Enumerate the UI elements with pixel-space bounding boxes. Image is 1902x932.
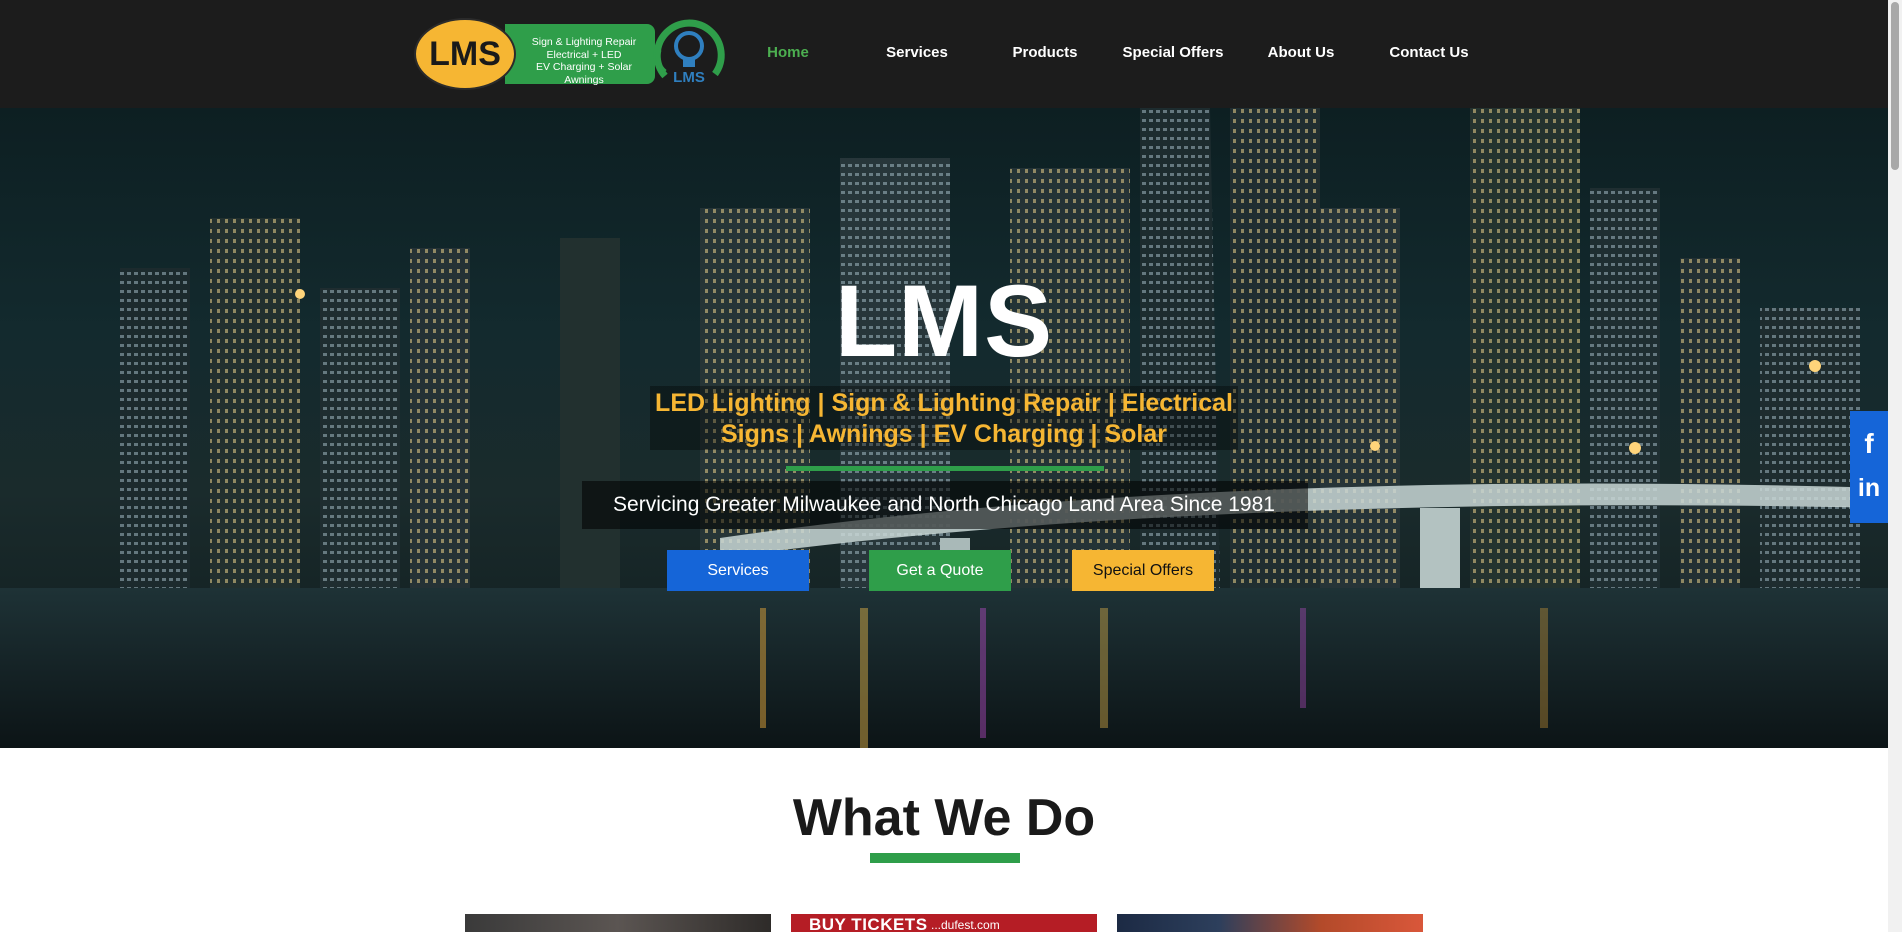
nav-about-us[interactable]: About Us [1268, 44, 1335, 61]
logo-banner-line: Sign & Lighting Repair [531, 36, 637, 48]
hero-tagline-line: LED Lighting | Sign & Lighting Repair | … [655, 389, 1233, 417]
hero-section: LMS LED Lighting | Sign & Lighting Repai… [0, 108, 1888, 748]
special-offers-button[interactable]: Special Offers [1072, 550, 1214, 591]
section-title: What We Do [792, 789, 1096, 847]
nav-home[interactable]: Home [767, 44, 809, 61]
nav-special-offers[interactable]: Special Offers [1123, 44, 1224, 61]
logo-banner: Sign & Lighting Repair Electrical + LED … [505, 24, 655, 86]
service-card-image[interactable] [465, 914, 771, 932]
hero-subtitle: Servicing Greater Milwaukee and North Ch… [613, 493, 1275, 516]
card-image-text: BUY TICKETS [809, 915, 928, 932]
page-scrollbar[interactable] [1888, 0, 1902, 932]
hero-tagline-line: Signs | Awnings | EV Charging | Solar [720, 420, 1168, 448]
linkedin-icon[interactable]: in [1850, 469, 1888, 507]
social-bar: f in [1850, 411, 1888, 523]
service-card-image[interactable]: BUY TICKETS ...dufest.com [791, 914, 1097, 932]
site-logo[interactable]: LMS Sign & Lighting Repair Electrical + … [413, 14, 729, 94]
logo-wordmark: LMS [414, 18, 516, 90]
hero-divider [786, 466, 1104, 471]
facebook-icon[interactable]: f [1850, 425, 1888, 463]
logo-banner-line: Awnings [564, 73, 604, 86]
services-button[interactable]: Services [667, 550, 809, 591]
nav-contact-us[interactable]: Contact Us [1389, 44, 1468, 61]
scrollbar-thumb[interactable] [1891, 2, 1899, 170]
site-header: LMS Sign & Lighting Repair Electrical + … [0, 0, 1888, 108]
service-card-image[interactable] [1117, 914, 1423, 932]
section-divider [870, 853, 1020, 863]
card-image-subtext: ...dufest.com [931, 918, 1000, 932]
nav-products[interactable]: Products [1012, 44, 1077, 61]
emblem-wordmark: LMS [673, 69, 705, 86]
hero-tagline: LED Lighting | Sign & Lighting Repair | … [0, 388, 1888, 450]
logo-banner-line: EV Charging + Solar [535, 61, 632, 73]
nav-services[interactable]: Services [886, 44, 948, 61]
logo-banner-line: Electrical + LED [546, 48, 622, 61]
get-a-quote-button[interactable]: Get a Quote [869, 550, 1011, 591]
lightbulb-emblem-icon: LMS [651, 16, 727, 92]
hero-title: LMS [834, 264, 1054, 378]
